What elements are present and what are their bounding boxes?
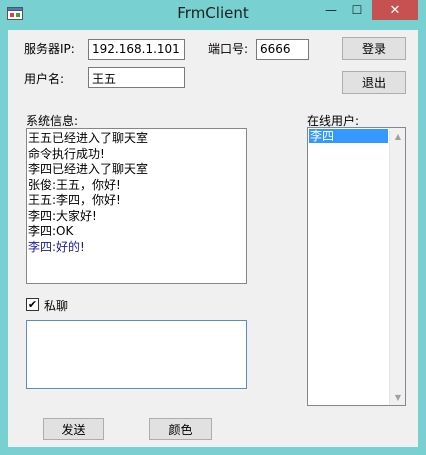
private-chat-checkbox[interactable]: ✔ xyxy=(26,298,39,311)
close-icon: ✕ xyxy=(389,2,401,18)
username-input[interactable]: 王五 xyxy=(88,67,185,88)
checkmark-icon: ✔ xyxy=(27,298,38,311)
color-button[interactable]: 颜色 xyxy=(149,418,212,440)
user-item[interactable]: 李四 xyxy=(309,129,388,143)
client-area: 服务器IP: 192.168.1.101 端口号: 6666 登录 用户名: 王… xyxy=(8,30,418,447)
minimize-button[interactable]: — xyxy=(318,0,344,20)
server-ip-input[interactable]: 192.168.1.101 xyxy=(88,39,185,60)
message-line: 李四:好的! xyxy=(28,239,85,254)
message-list: 王五已经进入了聊天室 命令执行成功! 李四已经进入了聊天室 张俊:王五，你好! 王五:李… xyxy=(27,129,246,255)
system-info-box[interactable]: 王五已经进入了聊天室 命令执行成功! 李四已经进入了聊天室 张俊:王五，你好! 王五:李… xyxy=(26,128,247,284)
close-button[interactable]: ✕ xyxy=(372,0,418,20)
maximize-icon: ☐ xyxy=(351,3,363,17)
server-ip-label: 服务器IP: xyxy=(24,42,75,56)
message-line: 王五已经进入了聊天室 xyxy=(28,131,149,145)
message-line: 命令执行成功! xyxy=(28,146,105,161)
message-input[interactable] xyxy=(26,320,247,389)
minimize-icon: — xyxy=(325,3,337,17)
port-input[interactable]: 6666 xyxy=(256,39,309,60)
login-button[interactable]: 登录 xyxy=(342,37,406,60)
scroll-down-icon[interactable]: ▼ xyxy=(390,389,405,405)
maximize-button[interactable]: ☐ xyxy=(344,0,370,20)
system-info-label: 系统信息: xyxy=(26,114,79,128)
title-bar: FrmClient — ☐ ✕ xyxy=(0,0,426,28)
private-chat-label: 私聊 xyxy=(44,299,69,313)
users-scrollbar[interactable]: ▲ ▼ xyxy=(389,128,405,405)
online-users-list[interactable]: 李四 ▲ ▼ xyxy=(307,127,406,406)
logout-button[interactable]: 退出 xyxy=(342,71,406,94)
port-label: 端口号: xyxy=(208,42,249,56)
message-line: 李四已经进入了聊天室 xyxy=(28,162,149,176)
message-line: 王五:李四，你好! xyxy=(28,193,121,207)
send-button[interactable]: 发送 xyxy=(43,418,104,440)
message-line: 李四:OK xyxy=(28,224,74,238)
username-label: 用户名: xyxy=(24,72,65,86)
scroll-up-icon[interactable]: ▲ xyxy=(390,128,405,144)
message-line: 李四:大家好! xyxy=(28,208,97,223)
app-window: FrmClient — ☐ ✕ 服务器IP: 192.168.1.101 端口号… xyxy=(0,0,426,455)
message-line: 张俊:王五，你好! xyxy=(28,177,121,192)
